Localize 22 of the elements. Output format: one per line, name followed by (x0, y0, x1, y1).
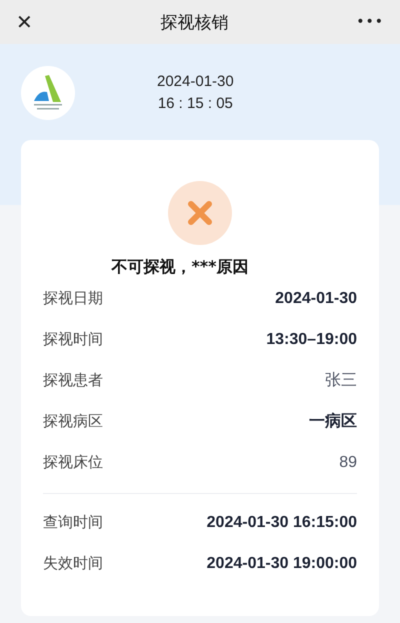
close-button[interactable]: ✕ (10, 6, 39, 38)
status-message: 不可探视，***原因 (110, 257, 250, 278)
field-value: 2024-01-30 16:15:00 (206, 514, 357, 532)
header-time: 16 : 15 : 05 (157, 94, 234, 114)
cross-icon (168, 181, 232, 245)
field-label: 探视患者 (43, 371, 103, 390)
field-label: 探视病区 (43, 412, 103, 431)
field-value: 一病区 (309, 411, 357, 432)
field-value: 13:30–19:00 (266, 330, 357, 348)
window-title: 探视核销 (160, 12, 228, 34)
field-label: 探视时间 (43, 330, 103, 349)
header-date: 2024-01-30 (157, 72, 234, 92)
field-label: 查询时间 (43, 513, 103, 532)
field-value: 张三 (325, 370, 357, 391)
logo-icon (21, 66, 75, 120)
field-value: 2024-01-30 (275, 290, 357, 308)
field-label: 探视床位 (43, 453, 103, 472)
field-value: 89 (339, 454, 357, 472)
field-value: 2024-01-30 19:00:00 (206, 554, 357, 572)
field-label: 失效时间 (43, 554, 103, 573)
field-label: 探视日期 (43, 289, 103, 308)
more-button[interactable]: ••• (350, 10, 390, 34)
